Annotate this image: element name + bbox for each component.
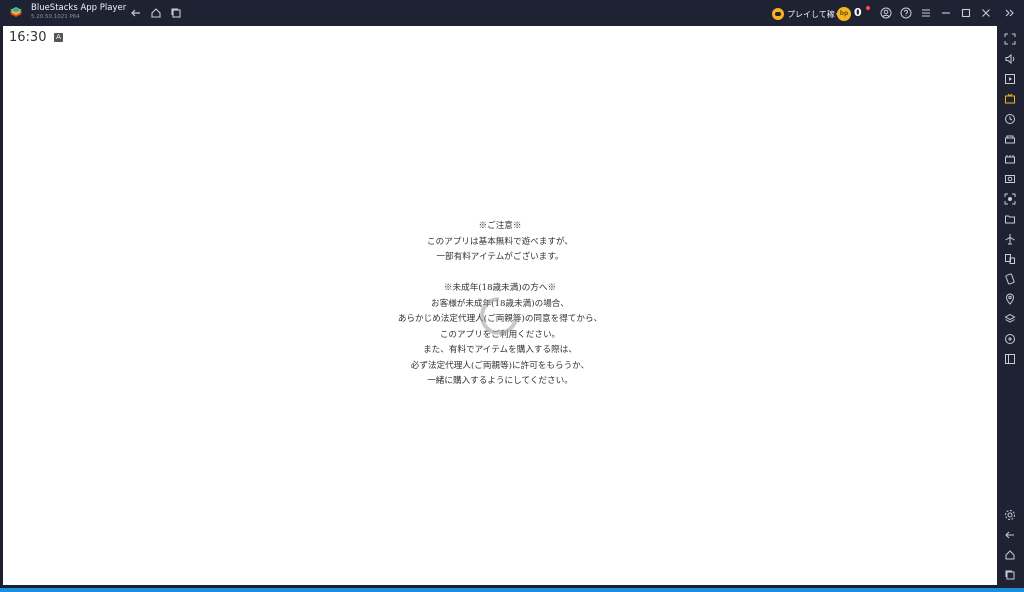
settings-icon[interactable] (1003, 508, 1017, 522)
notice-line: 一部有料アイテムがございます。 (436, 252, 564, 262)
notice-line: また、有料でアイテムを購入する際は、 (423, 345, 577, 355)
multi-instance-icon[interactable] (1003, 252, 1017, 266)
shake-icon[interactable] (1003, 272, 1017, 286)
close-icon[interactable] (979, 6, 993, 20)
minimize-icon[interactable] (939, 6, 953, 20)
app-name: BlueStacks App Player (31, 3, 127, 13)
coin-icon[interactable]: bp (837, 7, 851, 21)
play-and-earn-button[interactable]: プレイして稼ぐ (772, 7, 843, 21)
notification-dot (866, 6, 870, 10)
media-play-icon[interactable] (1003, 72, 1017, 86)
notice-line: 一緒に購入するようにしてください。 (427, 376, 573, 386)
app-version: 5.20.50.1021 P64 (31, 14, 80, 20)
sidebar-toggle-icon[interactable] (1003, 352, 1017, 366)
airplane-icon[interactable] (1003, 232, 1017, 246)
fullscreen-icon[interactable] (1003, 32, 1017, 46)
desktop-background (0, 588, 1024, 592)
notice-line: ※ご注意※ (478, 221, 522, 231)
status-bar-time: 16:30 (9, 30, 47, 45)
location-icon[interactable] (1003, 292, 1017, 306)
collapse-sidebar-icon[interactable] (1002, 6, 1016, 20)
recent-apps-icon[interactable] (1003, 568, 1017, 582)
menu-icon[interactable] (919, 6, 933, 20)
multi-window-icon[interactable] (169, 6, 183, 20)
tv-icon[interactable] (1003, 92, 1017, 106)
notice-line: 必ず法定代理人(ご両親等)に許可をもらうか、 (410, 360, 590, 371)
record-icon[interactable] (1003, 192, 1017, 206)
eco-mode-icon[interactable] (1003, 332, 1017, 346)
title-bar: BlueStacks App Player 5.20.50.1021 P64 プ… (0, 0, 1024, 26)
maximize-icon[interactable] (959, 6, 973, 20)
layers-icon[interactable] (1003, 312, 1017, 326)
folder-icon[interactable] (1003, 212, 1017, 226)
android-screen[interactable]: 16:30 A ※ご注意※ このアプリは基本無料で遊べますが、 一部有料アイテム… (3, 26, 997, 585)
loading-spinner-icon (480, 297, 518, 335)
screenshot-icon[interactable] (1003, 172, 1017, 186)
bluestacks-logo-icon (10, 7, 22, 17)
shop-icon[interactable] (1003, 132, 1017, 146)
account-icon[interactable] (879, 6, 893, 20)
coin-count: 0 (854, 6, 862, 19)
notice-line: このアプリは基本無料で遊べますが、 (427, 236, 573, 247)
help-icon[interactable] (899, 6, 913, 20)
back-arrow-icon[interactable] (129, 6, 143, 20)
rotate-icon[interactable] (1003, 112, 1017, 126)
bluestacks-window: BlueStacks App Player 5.20.50.1021 P64 プ… (0, 0, 1024, 588)
back-icon[interactable] (1003, 528, 1017, 542)
macro-icon[interactable] (1003, 152, 1017, 166)
volume-icon[interactable] (1003, 52, 1017, 66)
play-and-earn-label: プレイして稼ぐ (787, 9, 843, 19)
home-icon[interactable] (1003, 548, 1017, 562)
home-icon[interactable] (149, 6, 163, 20)
earn-icon (772, 8, 784, 20)
right-sidebar (997, 26, 1024, 588)
notification-badge-icon: A (54, 33, 63, 42)
